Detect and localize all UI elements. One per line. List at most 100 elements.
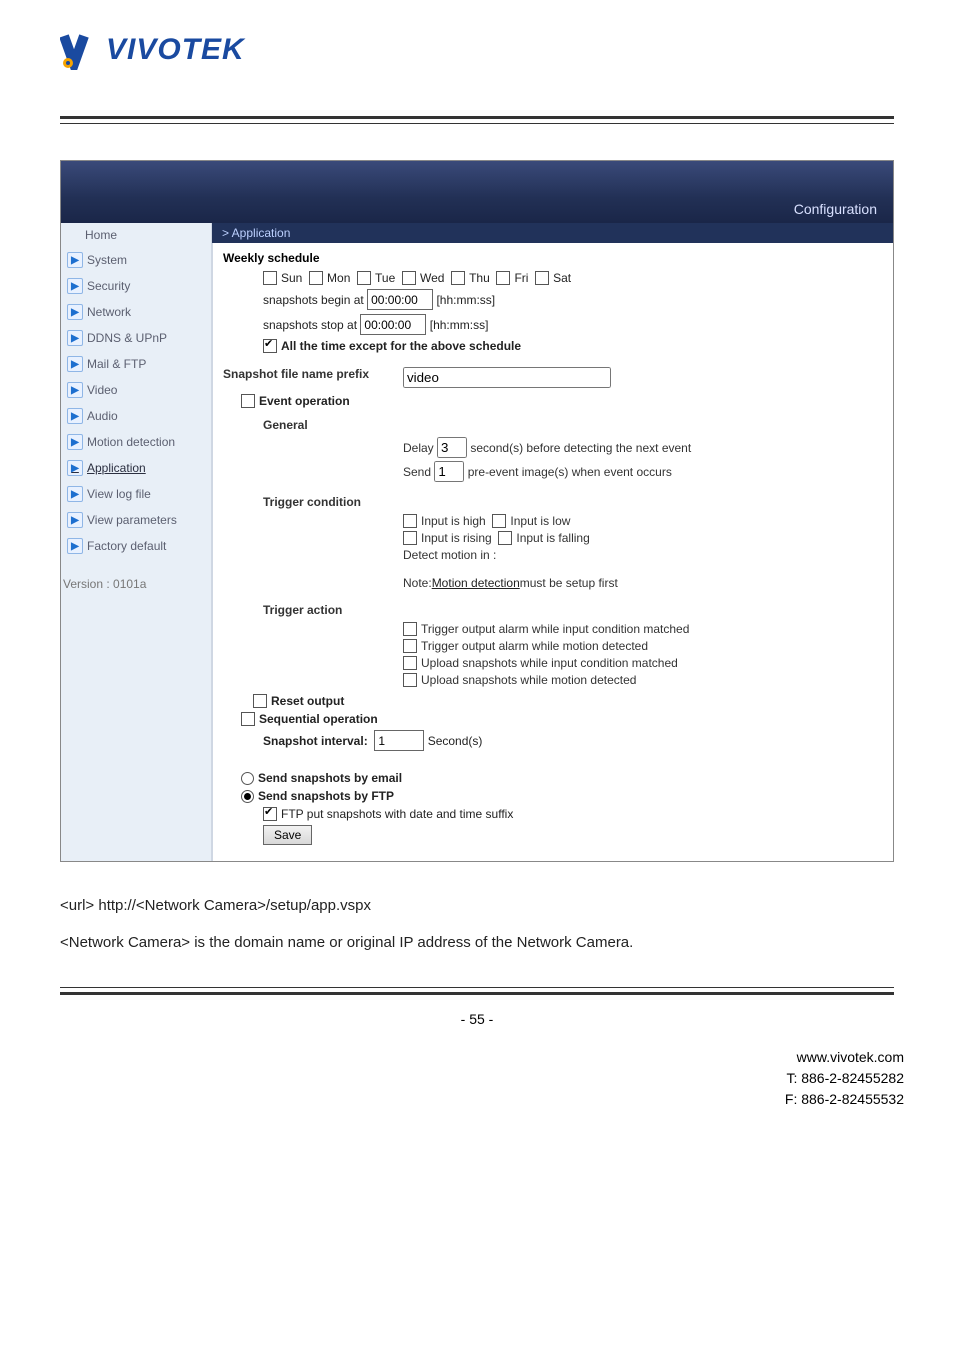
version-label: Version : 0101a bbox=[61, 577, 211, 591]
configuration-title: Configuration bbox=[794, 201, 877, 217]
send-ftp-radio[interactable] bbox=[241, 790, 254, 803]
arrow-right-icon: ▶ bbox=[67, 434, 83, 450]
motion-detection-link[interactable]: Motion detection bbox=[432, 576, 520, 590]
sidebar-item-label: System bbox=[87, 253, 127, 267]
input-falling-checkbox[interactable] bbox=[498, 531, 512, 545]
sequential-operation-title: Sequential operation bbox=[259, 712, 378, 726]
sidebar-item-factory-default[interactable]: ▶ Factory default bbox=[61, 533, 211, 559]
input-low-checkbox[interactable] bbox=[492, 514, 506, 528]
ta1-checkbox[interactable] bbox=[403, 639, 417, 653]
snapshot-interval-unit: Second(s) bbox=[428, 734, 483, 748]
footer-url: www.vivotek.com bbox=[60, 1047, 904, 1068]
footer-fax: F: 886-2-82455532 bbox=[60, 1089, 904, 1110]
send-pre: Send bbox=[403, 465, 431, 479]
event-operation-title: Event operation bbox=[259, 394, 350, 408]
sidebar-item-ddns-upnp[interactable]: ▶ DDNS & UPnP bbox=[61, 325, 211, 351]
brand-logo: VIVOTEK bbox=[60, 0, 894, 80]
configuration-screenshot: Configuration Home ▶ System ▶ Security ▶… bbox=[60, 160, 894, 862]
delay-pre: Delay bbox=[403, 441, 434, 455]
sidebar-item-label: Home bbox=[85, 228, 117, 242]
arrow-right-icon: ▶ bbox=[67, 486, 83, 502]
stop-label: snapshots stop at bbox=[263, 318, 357, 332]
trigger-condition-label: Trigger condition bbox=[263, 495, 883, 509]
arrow-right-icon: ▶ bbox=[67, 382, 83, 398]
prefix-row: Snapshot file name prefix bbox=[223, 367, 883, 388]
ta2-checkbox[interactable] bbox=[403, 656, 417, 670]
send-email-label: Send snapshots by email bbox=[258, 771, 402, 785]
day-wed-checkbox[interactable] bbox=[402, 271, 416, 285]
day-fri-checkbox[interactable] bbox=[496, 271, 510, 285]
input-falling-label: Input is falling bbox=[516, 531, 589, 545]
input-high-checkbox[interactable] bbox=[403, 514, 417, 528]
ta2-label: Upload snapshots while input condition m… bbox=[421, 656, 678, 670]
sidebar-item-label: Audio bbox=[87, 409, 118, 423]
delay-row: Delay second(s) before detecting the nex… bbox=[403, 437, 883, 458]
all-time-label: All the time except for the above schedu… bbox=[281, 339, 521, 353]
general-label: General bbox=[263, 418, 883, 432]
footer-rule bbox=[60, 987, 894, 995]
note-post: must be setup first bbox=[520, 576, 618, 590]
prefix-label: Snapshot file name prefix bbox=[223, 367, 403, 388]
sidebar-item-motion-detection[interactable]: ▶ Motion detection bbox=[61, 429, 211, 455]
sequential-operation-checkbox[interactable] bbox=[241, 712, 255, 726]
ta0-checkbox[interactable] bbox=[403, 622, 417, 636]
arrow-right-icon: ▶ bbox=[67, 278, 83, 294]
sidebar-item-audio[interactable]: ▶ Audio bbox=[61, 403, 211, 429]
sidebar-item-label: Video bbox=[87, 383, 117, 397]
sidebar-item-view-parameters[interactable]: ▶ View parameters bbox=[61, 507, 211, 533]
send-input[interactable] bbox=[434, 461, 464, 482]
all-time-checkbox[interactable] bbox=[263, 339, 277, 353]
arrow-right-icon: ▶ bbox=[67, 538, 83, 554]
sidebar-item-security[interactable]: ▶ Security bbox=[61, 273, 211, 299]
weekly-days-row: Sun Mon Tue Wed Thu Fri Sat bbox=[263, 271, 883, 285]
sidebar-item-network[interactable]: ▶ Network bbox=[61, 299, 211, 325]
day-mon-checkbox[interactable] bbox=[309, 271, 323, 285]
sidebar-home[interactable]: Home bbox=[61, 223, 211, 247]
sidebar-item-video[interactable]: ▶ Video bbox=[61, 377, 211, 403]
prefix-input[interactable] bbox=[403, 367, 611, 388]
arrow-right-icon: ▶ bbox=[67, 304, 83, 320]
ta3-label: Upload snapshots while motion detected bbox=[421, 673, 636, 687]
day-sun-checkbox[interactable] bbox=[263, 271, 277, 285]
brand-mark-icon bbox=[60, 30, 100, 70]
sidebar-item-label: Mail & FTP bbox=[87, 357, 146, 371]
page-number: - 55 - bbox=[60, 1011, 894, 1027]
delay-input[interactable] bbox=[437, 437, 467, 458]
sidebar-item-view-log[interactable]: ▶ View log file bbox=[61, 481, 211, 507]
sidebar-item-application[interactable]: ▶ Application bbox=[61, 455, 211, 481]
send-email-radio[interactable] bbox=[241, 772, 254, 785]
arrow-right-icon: ▶ bbox=[67, 512, 83, 528]
ta3-checkbox[interactable] bbox=[403, 673, 417, 687]
ftp-suffix-label: FTP put snapshots with date and time suf… bbox=[281, 807, 513, 821]
time-hint: [hh:mm:ss] bbox=[436, 293, 495, 307]
arrow-right-icon: ▶ bbox=[67, 252, 83, 268]
input-rising-checkbox[interactable] bbox=[403, 531, 417, 545]
event-operation-checkbox[interactable] bbox=[241, 394, 255, 408]
sidebar-item-system[interactable]: ▶ System bbox=[61, 247, 211, 273]
sidebar-item-label: Application bbox=[87, 461, 146, 475]
day-label: Fri bbox=[514, 271, 528, 285]
day-sat-checkbox[interactable] bbox=[535, 271, 549, 285]
day-tue-checkbox[interactable] bbox=[357, 271, 371, 285]
configuration-titlebar: Configuration bbox=[61, 161, 893, 223]
begin-time-input[interactable] bbox=[367, 289, 433, 310]
trigger-action-label: Trigger action bbox=[263, 603, 883, 617]
ftp-suffix-checkbox[interactable] bbox=[263, 807, 277, 821]
reset-output-checkbox[interactable] bbox=[253, 694, 267, 708]
sidebar-item-label: Motion detection bbox=[87, 435, 175, 449]
day-thu-checkbox[interactable] bbox=[451, 271, 465, 285]
arrow-right-icon: ▶ bbox=[67, 460, 83, 476]
snapshot-interval-input[interactable] bbox=[374, 730, 424, 751]
stop-time-input[interactable] bbox=[360, 314, 426, 335]
save-button[interactable]: Save bbox=[263, 825, 312, 845]
all-time-row: All the time except for the above schedu… bbox=[263, 339, 883, 353]
send-ftp-label: Send snapshots by FTP bbox=[258, 789, 394, 803]
snapshots-stop-row: snapshots stop at [hh:mm:ss] bbox=[263, 314, 883, 335]
sidebar-item-label: DDNS & UPnP bbox=[87, 331, 167, 345]
sidebar-item-label: Factory default bbox=[87, 539, 166, 553]
input-low-label: Input is low bbox=[510, 514, 570, 528]
sidebar-item-mail-ftp[interactable]: ▶ Mail & FTP bbox=[61, 351, 211, 377]
day-label: Mon bbox=[327, 271, 350, 285]
content-area: > Application Weekly schedule Sun Mon Tu… bbox=[212, 223, 893, 861]
detect-motion-label: Detect motion in : bbox=[403, 548, 496, 562]
